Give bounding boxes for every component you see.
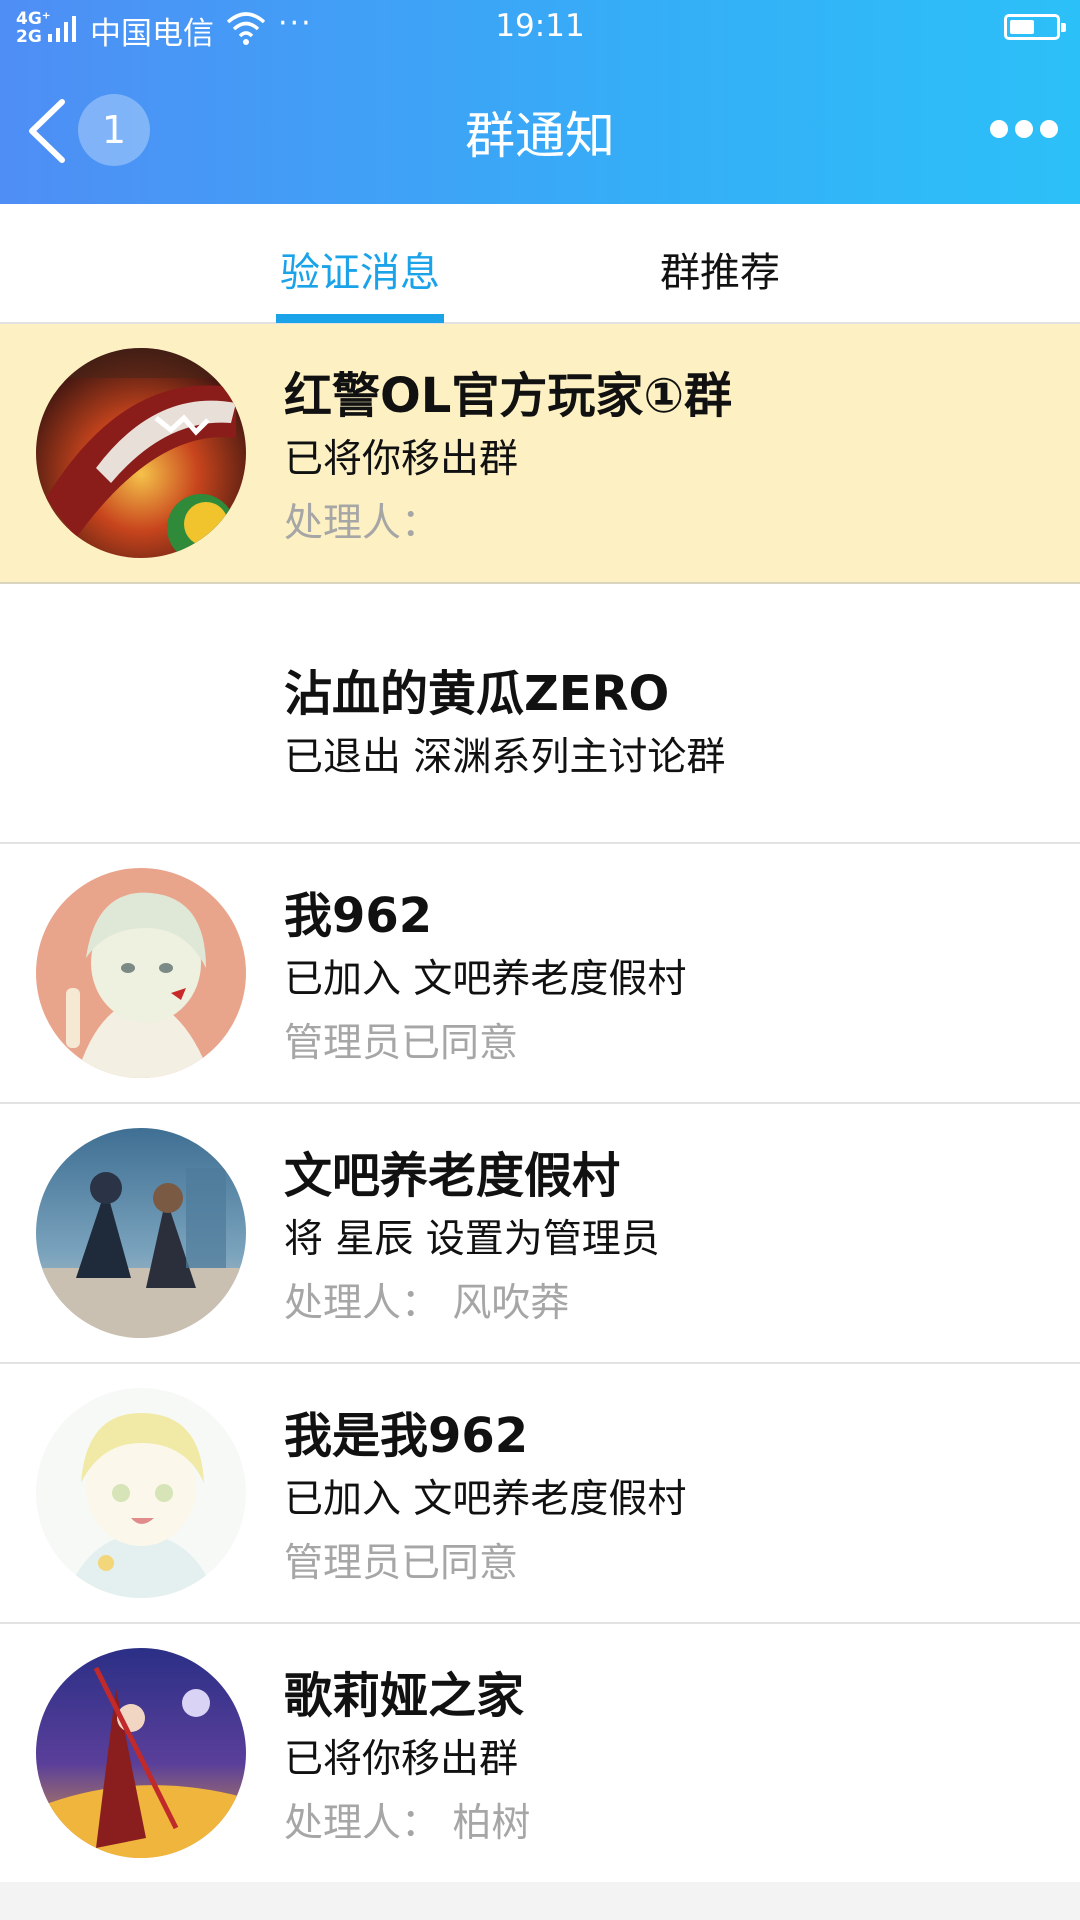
nav-bar: 1 群通知 — [0, 58, 1080, 204]
status-bar: 4G⁺ 2G 中国电信 ··· 19:11 — [0, 0, 1080, 58]
status-time: 19:11 — [495, 8, 585, 44]
game-avatar[interactable] — [36, 348, 246, 558]
tab-bar: 验证消息 群推荐 — [0, 204, 1080, 324]
notification-subtitle: 已将你移出群 — [284, 437, 519, 482]
app-header: 4G⁺ 2G 中国电信 ··· 19:11 1 群通知 — [0, 0, 1080, 204]
notification-handler: 管理员已同意 — [284, 1021, 519, 1066]
list-end-spacer — [0, 1882, 1080, 1920]
active-tab-indicator — [276, 314, 444, 323]
anime-avatar[interactable] — [36, 1648, 246, 1858]
page-title: 群通知 — [465, 107, 615, 165]
list-item[interactable]: 我是我962 已加入 文吧养老度假村 管理员已同意 — [0, 1364, 1080, 1624]
tab-group-recommend[interactable]: 群推荐 — [656, 240, 784, 298]
list-item[interactable]: 文吧养老度假村 将 星辰 设置为管理员 处理人： 风吹莽 — [0, 1104, 1080, 1364]
tab-verification[interactable]: 验证消息 — [276, 240, 444, 298]
notification-subtitle: 已将你移出群 — [284, 1737, 519, 1782]
notification-title: 沾血的黄瓜ZERO — [284, 666, 670, 722]
notification-title: 红警OL官方玩家①群 — [284, 368, 733, 424]
notification-title: 我是我962 — [284, 1408, 529, 1464]
more-dots-icon[interactable] — [990, 114, 1058, 144]
list-item[interactable]: 沾血的黄瓜ZERO 已退出 深渊系列主讨论群 — [0, 584, 1080, 844]
notification-subtitle: 已加入 文吧养老度假村 — [284, 1477, 687, 1522]
notification-handler: 处理人： — [284, 501, 441, 546]
list-item[interactable]: 我962 已加入 文吧养老度假村 管理员已同意 — [0, 844, 1080, 1104]
notification-subtitle: 已加入 文吧养老度假村 — [284, 957, 687, 1002]
notification-title: 我962 — [284, 888, 433, 944]
battery-icon — [1004, 14, 1066, 40]
notification-subtitle: 将 星辰 设置为管理员 — [284, 1217, 660, 1262]
notification-title: 文吧养老度假村 — [284, 1148, 621, 1204]
notification-list: 红警OL官方玩家①群 已将你移出群 处理人： 沾血的黄瓜ZERO 已退出 深渊系… — [0, 324, 1080, 1884]
notification-handler: 处理人： 柏树 — [284, 1801, 531, 1846]
notification-title: 歌莉娅之家 — [284, 1668, 525, 1724]
notification-subtitle: 已退出 深渊系列主讨论群 — [284, 735, 726, 780]
notification-handler: 处理人： 风吹莽 — [284, 1281, 570, 1326]
notification-handler: 管理员已同意 — [284, 1541, 519, 1586]
anime-avatar[interactable] — [36, 868, 246, 1078]
anime-group-avatar[interactable] — [36, 1128, 246, 1338]
anime-avatar[interactable] — [36, 1388, 246, 1598]
list-item[interactable]: 歌莉娅之家 已将你移出群 处理人： 柏树 — [0, 1624, 1080, 1884]
list-item[interactable]: 红警OL官方玩家①群 已将你移出群 处理人： — [0, 324, 1080, 584]
